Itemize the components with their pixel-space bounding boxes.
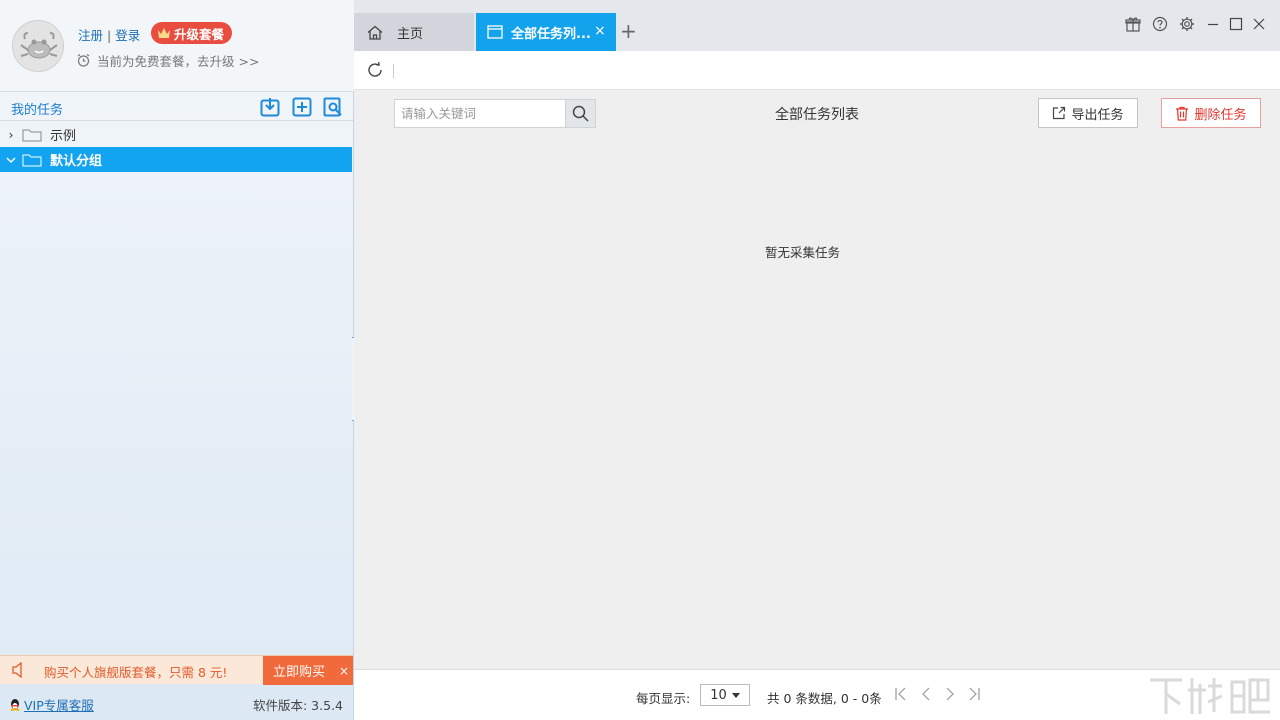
version-text: 软件版本: 3.5.4 (253, 698, 343, 713)
pagination-bar: 每页显示: 10 共 0 条数据, 0 - 0条 (354, 669, 1280, 720)
my-tasks-title: 我的任务 (11, 103, 64, 118)
login-link[interactable]: 登录 (115, 28, 140, 43)
page-title: 全部任务列表 (775, 107, 859, 123)
delete-tasks-button[interactable]: 删除任务 (1161, 98, 1261, 128)
tab-home[interactable]: 主页 (354, 13, 474, 51)
next-page-icon[interactable] (943, 686, 957, 702)
address-divider (393, 64, 394, 78)
group-item-example[interactable]: › 示例 (0, 122, 352, 147)
promo-text: 购买个人旗舰版套餐，只需 8 元! (44, 665, 228, 680)
sidebar-footer: VIP专属客服 软件版本: 3.5.4 (0, 685, 353, 720)
per-page-value: 10 (710, 687, 727, 703)
auth-separator: | (107, 28, 112, 43)
total-count-text: 共 0 条数据, 0 - 0条 (767, 691, 882, 706)
export-label: 导出任务 (1071, 107, 1124, 123)
caret-down-icon (731, 692, 740, 698)
vip-support-link[interactable]: VIP专属客服 (8, 695, 94, 714)
empty-state-text: 暂无采集任务 (764, 245, 840, 260)
export-tasks-button[interactable]: 导出任务 (1038, 98, 1138, 128)
upgrade-label: 升级套餐 (174, 26, 225, 42)
avatar[interactable] (12, 20, 64, 72)
add-icon[interactable] (292, 97, 312, 117)
new-tab-button[interactable]: + (620, 19, 637, 43)
chevron-down-icon[interactable] (0, 153, 22, 167)
maximize-icon[interactable] (1228, 16, 1244, 32)
address-bar (354, 51, 1280, 90)
speaker-icon (12, 662, 22, 678)
buy-now-button[interactable]: 立即购买 (263, 656, 335, 685)
refresh-icon[interactable] (366, 61, 384, 79)
per-page-select[interactable]: 10 (700, 684, 750, 706)
site-watermark-logo (1150, 678, 1270, 714)
register-link[interactable]: 注册 (78, 28, 103, 43)
group-label: 默认分组 (50, 154, 103, 169)
auth-links: 注册 | 登录 (78, 25, 140, 44)
trash-icon (1176, 106, 1189, 121)
tab-all-tasks[interactable]: 全部任务列... × (476, 13, 616, 51)
help-icon[interactable] (1152, 16, 1168, 32)
sidebar: 注册 | 登录 升级套餐 当前为免费套餐，去升级 >> 我的任务 › 示例 默认… (0, 0, 354, 720)
settings-icon[interactable] (1179, 16, 1195, 32)
plan-text: 当前为免费套餐，去升级 >> (97, 54, 260, 69)
prev-page-icon[interactable] (919, 686, 933, 702)
close-icon[interactable] (1251, 16, 1267, 32)
group-item-default[interactable]: 默认分组 (0, 147, 352, 172)
tab-close-button[interactable]: × (594, 23, 606, 39)
crab-avatar-icon (13, 21, 63, 71)
promo-close-button[interactable]: × (335, 656, 353, 685)
crown-icon (158, 28, 170, 38)
delete-label: 删除任务 (1194, 107, 1247, 123)
gift-icon[interactable] (1125, 16, 1141, 32)
plan-line[interactable]: 当前为免费套餐，去升级 >> (76, 51, 259, 70)
tab-label: 主页 (397, 26, 424, 42)
home-icon (367, 25, 383, 40)
per-page-label: 每页显示: (636, 691, 691, 706)
import-icon[interactable] (260, 97, 280, 117)
export-icon (1053, 106, 1066, 120)
search-task-icon[interactable] (323, 97, 343, 117)
minimize-icon[interactable] (1205, 16, 1221, 32)
qq-penguin-icon (10, 698, 20, 711)
first-page-icon[interactable] (894, 686, 908, 702)
user-area: 注册 | 登录 升级套餐 当前为免费套餐，去升级 >> (0, 0, 354, 92)
tab-bar: 主页 全部任务列... × + (354, 0, 1280, 51)
group-label: 示例 (50, 129, 77, 144)
tab-label: 全部任务列... (511, 26, 591, 42)
folder-icon (22, 154, 42, 166)
last-page-icon[interactable] (967, 686, 981, 702)
window-icon (487, 25, 503, 39)
alarm-clock-icon (77, 54, 90, 67)
promo-bar: 购买个人旗舰版套餐，只需 8 元! 立即购买 × (0, 655, 353, 685)
main-area: 主页 全部任务列... × + 请输入关键词 全部任务列表 导出任务 删除任务 … (354, 0, 1280, 720)
chevron-right-icon[interactable]: › (0, 128, 22, 142)
vip-support-label: VIP专属客服 (24, 698, 94, 713)
upgrade-button[interactable]: 升级套餐 (151, 22, 233, 44)
my-tasks-header: 我的任务 (0, 93, 353, 121)
folder-icon (22, 129, 42, 141)
